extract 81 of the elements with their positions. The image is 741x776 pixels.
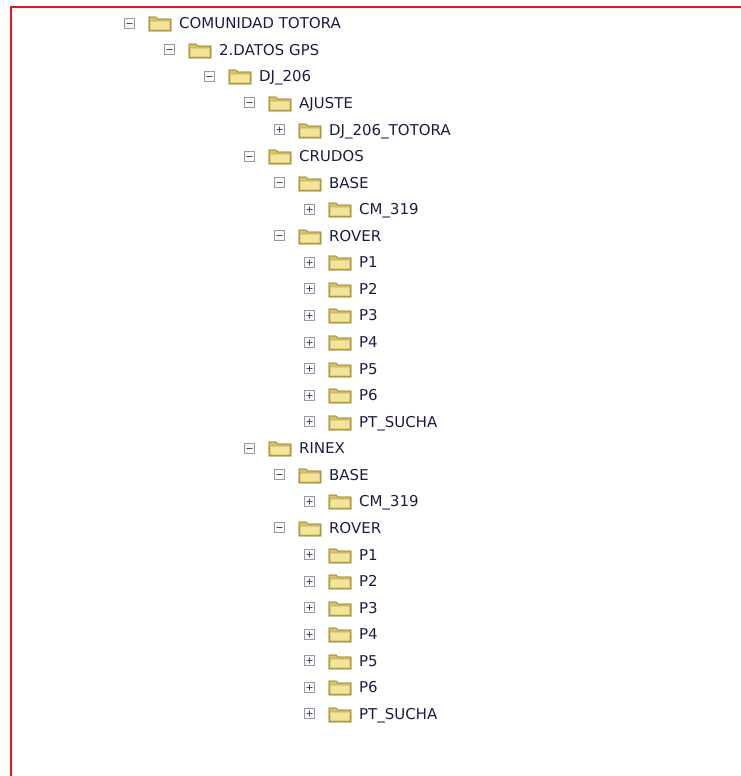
collapse-icon[interactable] [204, 70, 215, 82]
folder-icon [328, 678, 352, 696]
folder-label[interactable]: CM_319 [359, 492, 419, 510]
expand-icon[interactable] [304, 336, 315, 348]
folder-icon [328, 652, 352, 670]
folder-icon [328, 598, 352, 617]
folder-label[interactable]: P4 [359, 333, 378, 352]
expand-icon[interactable] [274, 124, 285, 136]
folder-icon [328, 280, 352, 298]
expand-icon[interactable] [304, 416, 315, 428]
expand-icon[interactable] [304, 496, 315, 507]
expand-icon[interactable] [304, 602, 315, 614]
folder-label[interactable]: P2 [359, 280, 378, 298]
folder-label[interactable]: COMUNIDAD TOTORA [179, 14, 341, 32]
folder-label[interactable]: P5 [359, 652, 378, 670]
collapse-icon[interactable] [164, 44, 175, 56]
collapse-icon[interactable] [274, 230, 285, 242]
folder-icon [328, 492, 352, 510]
folder-icon [328, 200, 352, 218]
folder-label[interactable]: PT_SUCHA [359, 412, 438, 431]
collapse-icon[interactable] [274, 522, 285, 534]
folder-label[interactable]: CM_319 [359, 200, 419, 218]
folder-label[interactable]: P2 [359, 572, 378, 590]
folder-icon [298, 226, 322, 245]
expand-icon[interactable] [304, 628, 315, 640]
folder-icon [148, 14, 172, 32]
collapse-icon[interactable] [244, 97, 255, 108]
expand-icon[interactable] [304, 655, 315, 666]
expand-icon[interactable] [304, 283, 315, 294]
folder-icon [328, 546, 352, 564]
folder-label[interactable]: RINEX [299, 439, 345, 458]
folder-label[interactable]: AJUSTE [299, 94, 353, 112]
expand-icon[interactable] [304, 708, 315, 720]
folder-label[interactable]: PT_SUCHA [359, 704, 438, 723]
expand-icon[interactable] [304, 390, 315, 401]
folder-icon [298, 174, 322, 192]
collapse-icon[interactable] [274, 177, 285, 188]
folder-label[interactable]: P1 [359, 546, 378, 564]
folder-label[interactable]: DJ_206 [259, 67, 312, 86]
folder-icon [298, 518, 322, 537]
collapse-icon[interactable] [244, 150, 255, 162]
folder-icon [228, 67, 252, 86]
expand-icon[interactable] [304, 549, 315, 560]
expand-icon[interactable] [304, 310, 315, 321]
folder-label[interactable]: ROVER [329, 518, 382, 537]
folder-label[interactable]: P3 [359, 598, 378, 617]
folder-label[interactable]: P4 [359, 625, 378, 644]
folder-label[interactable]: CRUDOS [299, 147, 364, 166]
folder-icon [268, 439, 292, 458]
expand-icon[interactable] [304, 682, 315, 693]
expand-icon[interactable] [304, 256, 315, 268]
folder-label[interactable]: P6 [359, 678, 378, 696]
folder-label[interactable]: BASE [329, 174, 369, 192]
folder-icon [298, 466, 322, 484]
collapse-icon[interactable] [124, 18, 135, 29]
folder-icon [268, 147, 292, 166]
collapse-icon[interactable] [244, 442, 255, 454]
folder-icon [268, 94, 292, 112]
expand-icon[interactable] [304, 363, 315, 374]
folder-label[interactable]: BASE [329, 466, 369, 484]
folder-icon [188, 40, 212, 59]
folder-icon [328, 572, 352, 590]
folder-icon [328, 360, 352, 378]
folder-icon [328, 704, 352, 723]
folder-label[interactable]: P6 [359, 386, 378, 404]
folder-icon [298, 120, 322, 139]
expand-icon[interactable] [304, 204, 315, 215]
folder-icon [328, 306, 352, 324]
folder-label[interactable]: P1 [359, 253, 378, 272]
folder-icon [328, 333, 352, 352]
folder-label[interactable]: 2.DATOS GPS [219, 40, 320, 59]
folder-label[interactable]: P5 [359, 360, 378, 378]
expand-icon[interactable] [304, 576, 315, 587]
collapse-icon[interactable] [274, 469, 285, 480]
folder-label[interactable]: DJ_206_TOTORA [329, 120, 451, 139]
folder-label[interactable]: P3 [359, 306, 378, 324]
folder-icon [328, 253, 352, 272]
folder-icon [328, 412, 352, 431]
folder-icon [328, 386, 352, 404]
folder-label[interactable]: ROVER [329, 226, 382, 245]
folder-icon [328, 625, 352, 644]
